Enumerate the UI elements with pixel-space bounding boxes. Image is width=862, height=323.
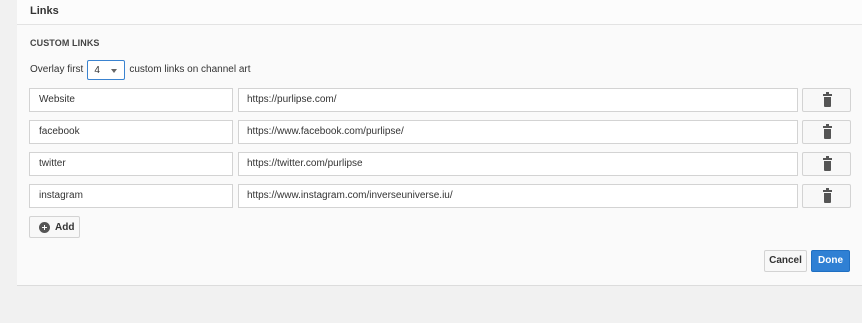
links-panel: Links CUSTOM LINKS Overlay first 4 custo… <box>17 0 862 286</box>
cancel-button[interactable]: Cancel <box>764 250 807 272</box>
section-title: CUSTOM LINKS <box>30 38 100 48</box>
overlay-count-select[interactable]: 4 <box>87 59 126 80</box>
link-name-input[interactable]: facebook <box>29 120 233 144</box>
link-name-input[interactable]: Website <box>29 88 233 112</box>
delete-link-button[interactable] <box>802 120 851 144</box>
panel-header: Links <box>17 0 862 25</box>
overlay-suffix-label: custom links on channel art <box>129 64 251 75</box>
overlay-count-value: 4 <box>94 64 100 76</box>
overlay-setting: Overlay first 4 custom links on channel … <box>30 59 251 80</box>
link-row: instagram https://www.instagram.com/inve… <box>29 184 851 208</box>
add-label: Add <box>55 221 75 233</box>
link-url-input[interactable]: https://www.facebook.com/purlipse/ <box>238 120 798 144</box>
link-url-input[interactable]: https://purlipse.com/ <box>238 88 798 112</box>
delete-link-button[interactable] <box>802 88 851 112</box>
trash-icon <box>823 188 832 203</box>
add-link-button[interactable]: Add <box>29 216 80 238</box>
overlay-prefix-label: Overlay first <box>30 64 84 75</box>
delete-link-button[interactable] <box>802 152 851 176</box>
link-url-input[interactable]: https://www.instagram.com/inverseunivers… <box>238 184 798 208</box>
link-name-input[interactable]: instagram <box>29 184 233 208</box>
trash-icon <box>823 124 832 139</box>
link-row: Website https://purlipse.com/ <box>29 88 851 112</box>
caret-down-icon <box>111 68 118 73</box>
panel-title: Links <box>30 5 59 17</box>
link-name-input[interactable]: twitter <box>29 152 233 176</box>
trash-icon <box>823 92 832 107</box>
delete-link-button[interactable] <box>802 184 851 208</box>
trash-icon <box>823 156 832 171</box>
plus-circle-icon <box>39 221 50 233</box>
link-url-input[interactable]: https://twitter.com/purlipse <box>238 152 798 176</box>
link-row: twitter https://twitter.com/purlipse <box>29 152 851 176</box>
done-button[interactable]: Done <box>811 250 850 272</box>
link-row: facebook https://www.facebook.com/purlip… <box>29 120 851 144</box>
